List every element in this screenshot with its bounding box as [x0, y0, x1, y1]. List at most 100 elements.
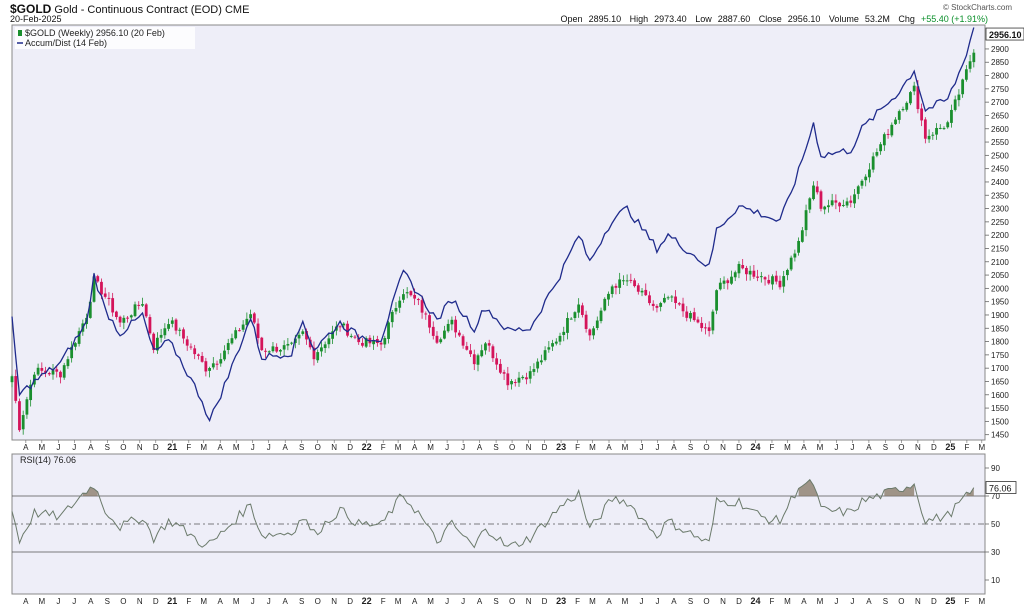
- candle: [487, 339, 491, 352]
- candle: [636, 283, 640, 295]
- price-tick-label: 1750: [991, 351, 1009, 360]
- rsi-x-axis-label: A: [477, 597, 483, 606]
- candle-body: [122, 317, 126, 323]
- price-tick-label: 2200: [991, 231, 1009, 240]
- candle-body: [733, 272, 737, 278]
- candle: [935, 123, 938, 140]
- candle: [66, 356, 70, 369]
- candle: [547, 341, 551, 353]
- candle-body: [868, 169, 871, 178]
- rsi-tick-label: 90: [991, 464, 1000, 473]
- candle-body: [32, 374, 36, 385]
- x-axis-label: D: [153, 443, 159, 452]
- rsi-x-axis-label: N: [720, 597, 726, 606]
- rsi-x-axis-label: J: [834, 597, 838, 606]
- low-value: 2887.60: [717, 14, 751, 24]
- candle: [554, 338, 558, 346]
- candle-body: [446, 323, 450, 332]
- candle: [812, 181, 815, 201]
- candle-body: [256, 323, 260, 339]
- candle: [841, 199, 845, 208]
- candle-body: [346, 323, 349, 336]
- x-axis-label: J: [850, 443, 854, 452]
- candle: [129, 314, 133, 320]
- candle-body: [342, 323, 346, 326]
- candle: [558, 332, 562, 346]
- chart-canvas: 1450 1500 1550 1600 1650 1700 1750 1800 1850 1900…: [10, 24, 1024, 606]
- rsi-x-axis-label: J: [56, 597, 60, 606]
- price-tick-label: 2750: [991, 85, 1009, 94]
- candle: [226, 338, 230, 355]
- candle-body: [558, 335, 562, 342]
- candle-body: [327, 338, 331, 345]
- candle-body: [886, 133, 890, 135]
- candle-body: [36, 367, 40, 375]
- candle-body: [379, 342, 383, 345]
- rsi-x-axis-label: J: [251, 597, 255, 606]
- candle-body: [737, 263, 741, 274]
- x-axis-label: J: [834, 443, 838, 452]
- candle: [353, 334, 357, 340]
- candle-body: [793, 253, 797, 258]
- candle: [539, 354, 543, 365]
- candle: [875, 148, 879, 158]
- candle: [595, 316, 599, 331]
- candle: [819, 189, 823, 212]
- candle-body: [439, 339, 443, 343]
- candle: [972, 49, 976, 68]
- candle: [185, 335, 189, 351]
- candle-body: [323, 344, 327, 349]
- candle: [372, 335, 376, 350]
- candle-body: [498, 363, 502, 373]
- candle-body: [953, 99, 957, 110]
- x-axis-label: A: [23, 443, 29, 452]
- price-tick-label: 1500: [991, 417, 1009, 426]
- candle: [748, 265, 752, 281]
- candle: [722, 276, 726, 290]
- candle: [100, 278, 103, 300]
- rsi-x-axis-label: D: [736, 597, 742, 606]
- price-tick-label: 2000: [991, 284, 1009, 293]
- rsi-x-axis-label: A: [801, 597, 807, 606]
- rsi-x-axis-label: 25: [945, 596, 955, 606]
- price-last-value: 2956.10: [985, 27, 1024, 41]
- candle-body: [387, 322, 390, 339]
- x-axis-label: M: [817, 443, 824, 452]
- candle: [241, 320, 245, 332]
- candle: [159, 328, 163, 343]
- candle: [853, 189, 856, 209]
- x-axis-label: J: [72, 443, 76, 452]
- candle-body: [741, 264, 745, 269]
- x-axis-label: M: [427, 443, 434, 452]
- candle: [465, 341, 469, 351]
- candle-body: [167, 324, 170, 329]
- rsi-x-axis-label: D: [153, 597, 159, 606]
- candle: [21, 410, 25, 435]
- legend-accum: Accum/Dist (14 Feb): [25, 38, 107, 48]
- candle: [424, 311, 428, 320]
- candle-body: [569, 318, 573, 320]
- candle-body: [353, 336, 357, 338]
- x-axis-label: S: [883, 443, 888, 452]
- candle-body: [547, 347, 551, 350]
- candle-body: [931, 134, 935, 136]
- price-last-value-label: 2956.10: [989, 30, 1022, 40]
- candle: [133, 301, 137, 318]
- candle: [528, 366, 532, 384]
- candle-body: [633, 280, 636, 287]
- candle-body: [748, 270, 752, 275]
- candle-body: [502, 372, 506, 374]
- candle: [696, 316, 700, 324]
- candle: [521, 375, 525, 380]
- candle-body: [305, 330, 308, 340]
- rsi-panel: [11, 453, 986, 595]
- candle: [457, 330, 461, 337]
- rsi-x-axis-label: A: [671, 597, 677, 606]
- high-value: 2973.40: [654, 14, 687, 24]
- candle-body: [595, 320, 599, 328]
- candle-body: [308, 339, 312, 348]
- rsi-tick-label: 30: [991, 548, 1000, 557]
- candle: [674, 290, 677, 309]
- candle-body: [331, 331, 335, 339]
- candle-body: [155, 337, 159, 351]
